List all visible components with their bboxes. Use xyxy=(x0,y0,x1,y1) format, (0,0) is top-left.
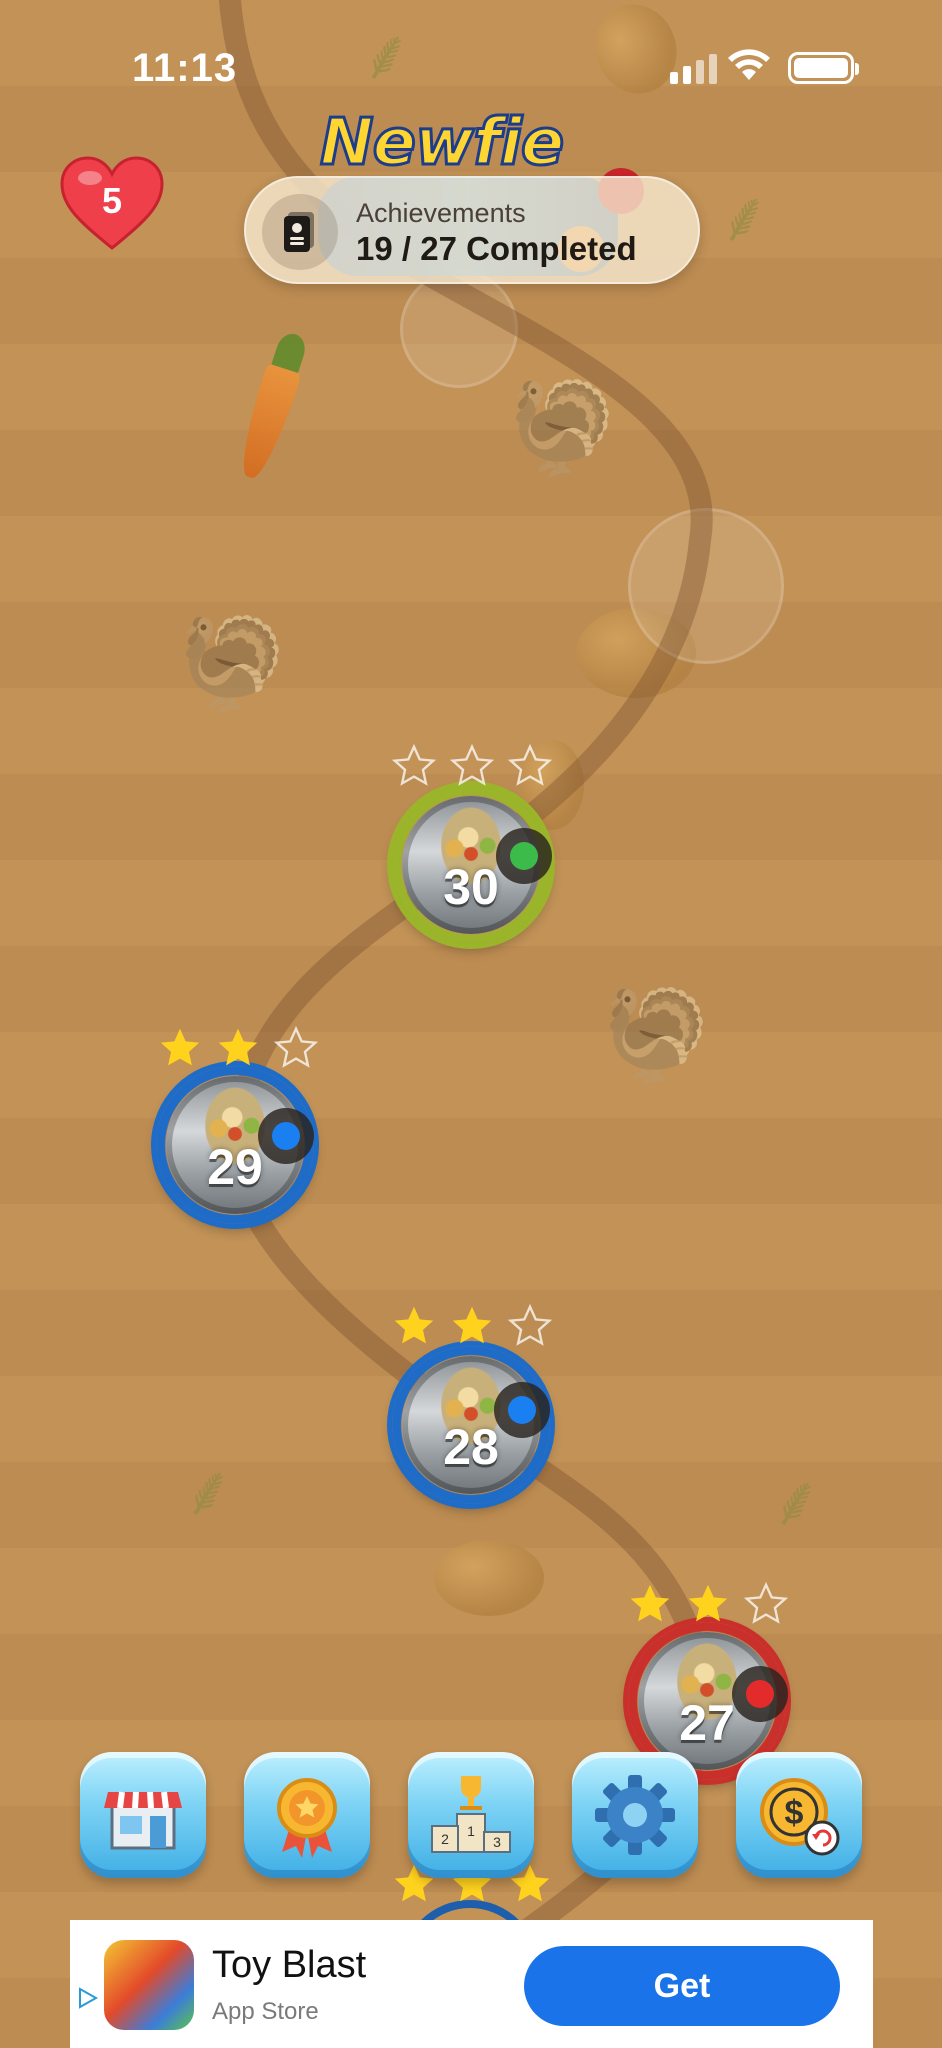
ad-choices-icon[interactable] xyxy=(76,1986,100,2010)
ad-banner[interactable]: Toy Blast App Store Get xyxy=(70,1920,873,2048)
level-node-30[interactable]: 30 xyxy=(392,786,552,944)
gear-icon xyxy=(595,1775,675,1855)
battery-icon xyxy=(788,52,859,84)
cellular-signal-icon xyxy=(670,54,717,84)
achievements-icon xyxy=(262,194,338,270)
level-number: 28 xyxy=(443,1419,499,1475)
trophy-podium-icon: 1 2 3 xyxy=(431,1776,511,1853)
level-number: 30 xyxy=(443,859,499,915)
star-empty-icon xyxy=(392,744,436,786)
level-stars xyxy=(158,1026,318,1070)
leaderboard-button[interactable]: 1 2 3 xyxy=(408,1752,534,1878)
level-node-29[interactable]: 29 xyxy=(156,1066,314,1224)
svg-text:3: 3 xyxy=(493,1834,501,1850)
lives-count: 5 xyxy=(101,180,123,221)
level-number: 29 xyxy=(207,1139,263,1195)
star-filled-icon xyxy=(218,1028,258,1066)
shop-icon xyxy=(104,1791,182,1850)
ad-get-button[interactable]: Get xyxy=(524,1946,840,2026)
achievements-title: Achievements xyxy=(356,198,526,228)
status-time: 11:13 xyxy=(132,46,238,90)
bottom-toolbar: 1 2 3 $ xyxy=(80,1752,870,1884)
achievements-progress: 19 / 27 Completed xyxy=(356,230,637,267)
star-filled-icon xyxy=(394,1306,434,1344)
lives-heart[interactable]: 5 xyxy=(60,156,164,252)
ad-store-label: App Store xyxy=(212,1998,319,2025)
level-stars xyxy=(392,744,552,788)
level-path xyxy=(219,0,717,1981)
star-filled-icon xyxy=(630,1584,670,1622)
star-filled-icon xyxy=(688,1584,728,1622)
star-filled-icon xyxy=(160,1028,200,1066)
wifi-icon xyxy=(728,49,770,80)
level-number: 27 xyxy=(679,1695,735,1751)
star-empty-icon xyxy=(450,744,494,786)
medal-icon xyxy=(277,1778,337,1858)
logo-text: Newfie xyxy=(318,105,565,182)
purchases-button[interactable]: $ xyxy=(736,1752,862,1878)
star-empty-icon xyxy=(274,1026,318,1068)
level-stars xyxy=(628,1582,788,1626)
star-empty-icon xyxy=(508,1304,552,1346)
coin-restore-icon: $ xyxy=(760,1778,840,1856)
svg-text:2: 2 xyxy=(441,1831,449,1847)
settings-button[interactable] xyxy=(572,1752,698,1878)
star-filled-icon xyxy=(452,1306,492,1344)
ad-app-icon[interactable] xyxy=(104,1940,194,2030)
level-node-28[interactable]: 28 xyxy=(392,1346,550,1504)
achievements-button[interactable]: Achievements 19 / 27 Completed xyxy=(244,176,700,284)
star-empty-icon xyxy=(744,1582,788,1624)
star-empty-icon xyxy=(508,744,552,786)
svg-text:1: 1 xyxy=(467,1823,475,1839)
svg-text:$: $ xyxy=(785,1794,804,1832)
shop-button[interactable] xyxy=(80,1752,206,1878)
level-stars xyxy=(392,1304,552,1348)
badges-button[interactable] xyxy=(244,1752,370,1878)
ad-app-name: Toy Blast xyxy=(212,1944,367,1986)
